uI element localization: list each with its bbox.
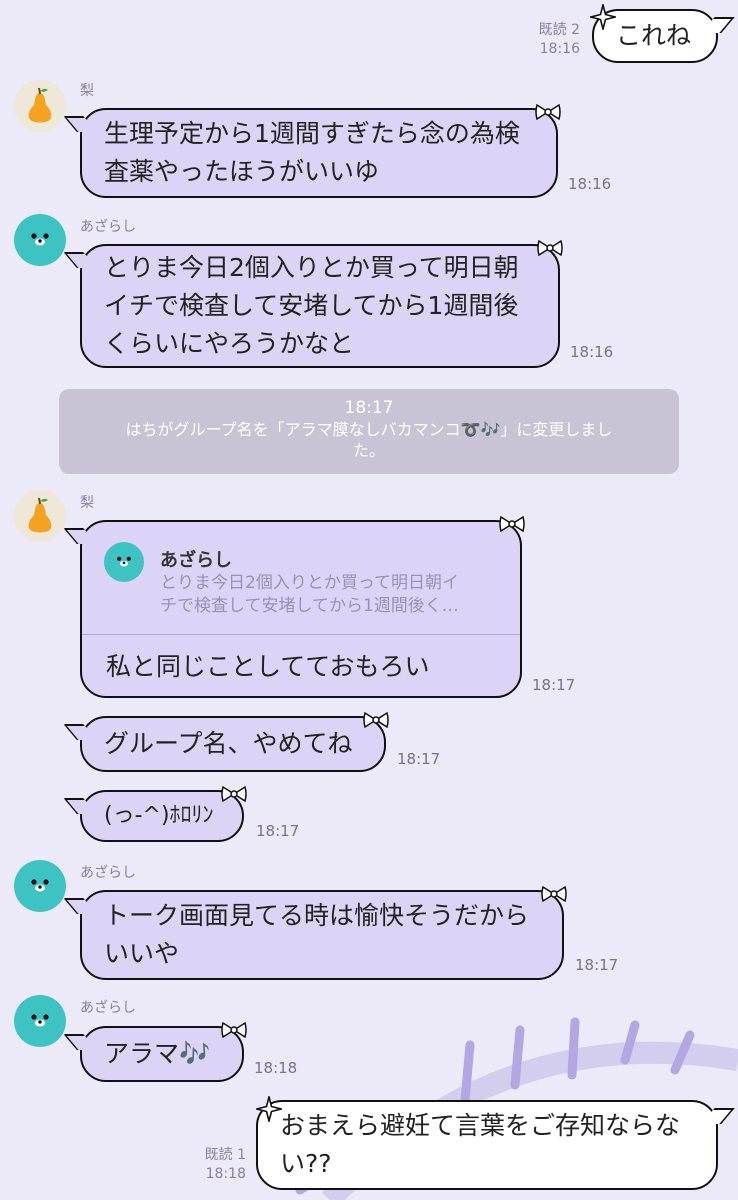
timestamp: 18:17	[397, 750, 441, 768]
pear-avatar-icon	[28, 497, 52, 533]
system-message: 18:17 はちがグループ名を「アラマ膜なしバカマンコ➰🎶」に変更しまし た。	[59, 389, 679, 474]
message-text-line: イチで検査して安堵してから1週間後	[104, 291, 519, 320]
bow-icon	[541, 885, 567, 903]
seal-avatar-icon	[31, 879, 49, 892]
bow-icon	[535, 103, 561, 121]
sender-name: あざらし	[80, 865, 136, 881]
message-text: アラマ🎶	[104, 1039, 211, 1068]
pear-avatar-icon	[28, 87, 52, 123]
message-text-line: とりま今日2個入りとか買って明日朝	[104, 253, 519, 282]
sender-name: あざらし	[80, 1000, 136, 1016]
message-text-line: くらいにやろうかなと	[104, 329, 355, 358]
sparkle-icon	[590, 4, 616, 30]
quoted-text-line: とりま今日2個入りとか買って明日朝イ	[160, 573, 459, 593]
pear-avatar[interactable]	[14, 490, 66, 542]
reply-message-bubble[interactable]: あざらし とりま今日2個入りとか買って明日朝イ チで検査して安堵してから1週間後…	[80, 520, 522, 698]
seal-avatar[interactable]	[14, 860, 66, 912]
quoted-seal-avatar	[104, 542, 144, 582]
timestamp: 18:17	[532, 676, 576, 694]
timestamp: 18:17	[256, 822, 300, 840]
seal-avatar[interactable]	[14, 214, 66, 266]
message-bubble-incoming[interactable]: グループ名、やめてね	[80, 716, 386, 772]
message-text: (っ-^)ﾎﾛﾘﾝ	[104, 803, 214, 828]
sender-name: あざらし	[80, 219, 136, 235]
message-text-line: おまえら避妊て言葉をご存知ならな	[280, 1111, 681, 1140]
seal-avatar-icon	[31, 1014, 49, 1027]
seal-avatar-icon	[31, 233, 49, 246]
sparkle-icon	[256, 1096, 282, 1122]
bow-icon	[499, 515, 525, 533]
message-text-line: 生理予定から1週間すぎたら念の為検	[104, 119, 520, 148]
seal-avatar[interactable]	[14, 995, 66, 1047]
message-bubble-outgoing[interactable]: おまえら避妊て言葉をご存知ならな い??	[256, 1100, 718, 1190]
pear-avatar[interactable]	[14, 80, 66, 132]
timestamp: 18:17	[575, 956, 619, 974]
bow-icon	[221, 785, 247, 803]
timestamp: 18:16	[568, 175, 612, 193]
sender-name: 梨	[80, 495, 94, 511]
message-bubble-incoming[interactable]: とりま今日2個入りとか買って明日朝 イチで検査して安堵してから1週間後 くらいに…	[80, 244, 560, 368]
read-receipt: 既読 1 18:18	[186, 1146, 246, 1184]
message-bubble-incoming[interactable]: 生理予定から1週間すぎたら念の為検 査薬やったほうがいいゆ	[80, 108, 558, 198]
read-label: 既読 1	[204, 1147, 246, 1163]
message-text-line: 査薬やったほうがいいゆ	[104, 157, 380, 186]
message-text-line: いいや	[104, 939, 180, 968]
message-bubble-incoming[interactable]: トーク画面見てる時は愉快そうだから いいや	[80, 890, 564, 980]
timestamp: 18:16	[570, 343, 614, 361]
quoted-text: とりま今日2個入りとか買って明日朝イ チで検査して安堵してから1週間後く…	[160, 572, 459, 618]
message-text-line: トーク画面見てる時は愉快そうだから	[104, 901, 530, 930]
bow-icon	[537, 239, 563, 257]
system-text-line: はちがグループ名を「アラマ膜なしバカマンコ➰🎶」に変更しまし	[125, 420, 613, 439]
quoted-text-line: チで検査して安堵してから1週間後く…	[160, 596, 459, 616]
sender-name: 梨	[80, 83, 94, 99]
message-text: これね	[616, 21, 692, 50]
message-text: 私と同じことしてておもろい	[106, 652, 430, 681]
read-receipt: 既読 2 18:16	[520, 21, 580, 59]
message-text: グループ名、やめてね	[104, 729, 353, 758]
bow-icon	[363, 711, 389, 729]
system-time: 18:17	[344, 398, 394, 418]
seal-avatar-icon	[117, 556, 131, 567]
timestamp: 18:18	[254, 1059, 298, 1077]
message-text-line: い??	[280, 1149, 332, 1178]
system-text-line: た。	[352, 441, 385, 460]
timestamp: 18:18	[205, 1166, 246, 1182]
timestamp: 18:16	[539, 41, 580, 57]
read-label: 既読 2	[538, 22, 580, 38]
bow-icon	[221, 1021, 247, 1039]
reply-divider	[82, 634, 520, 635]
